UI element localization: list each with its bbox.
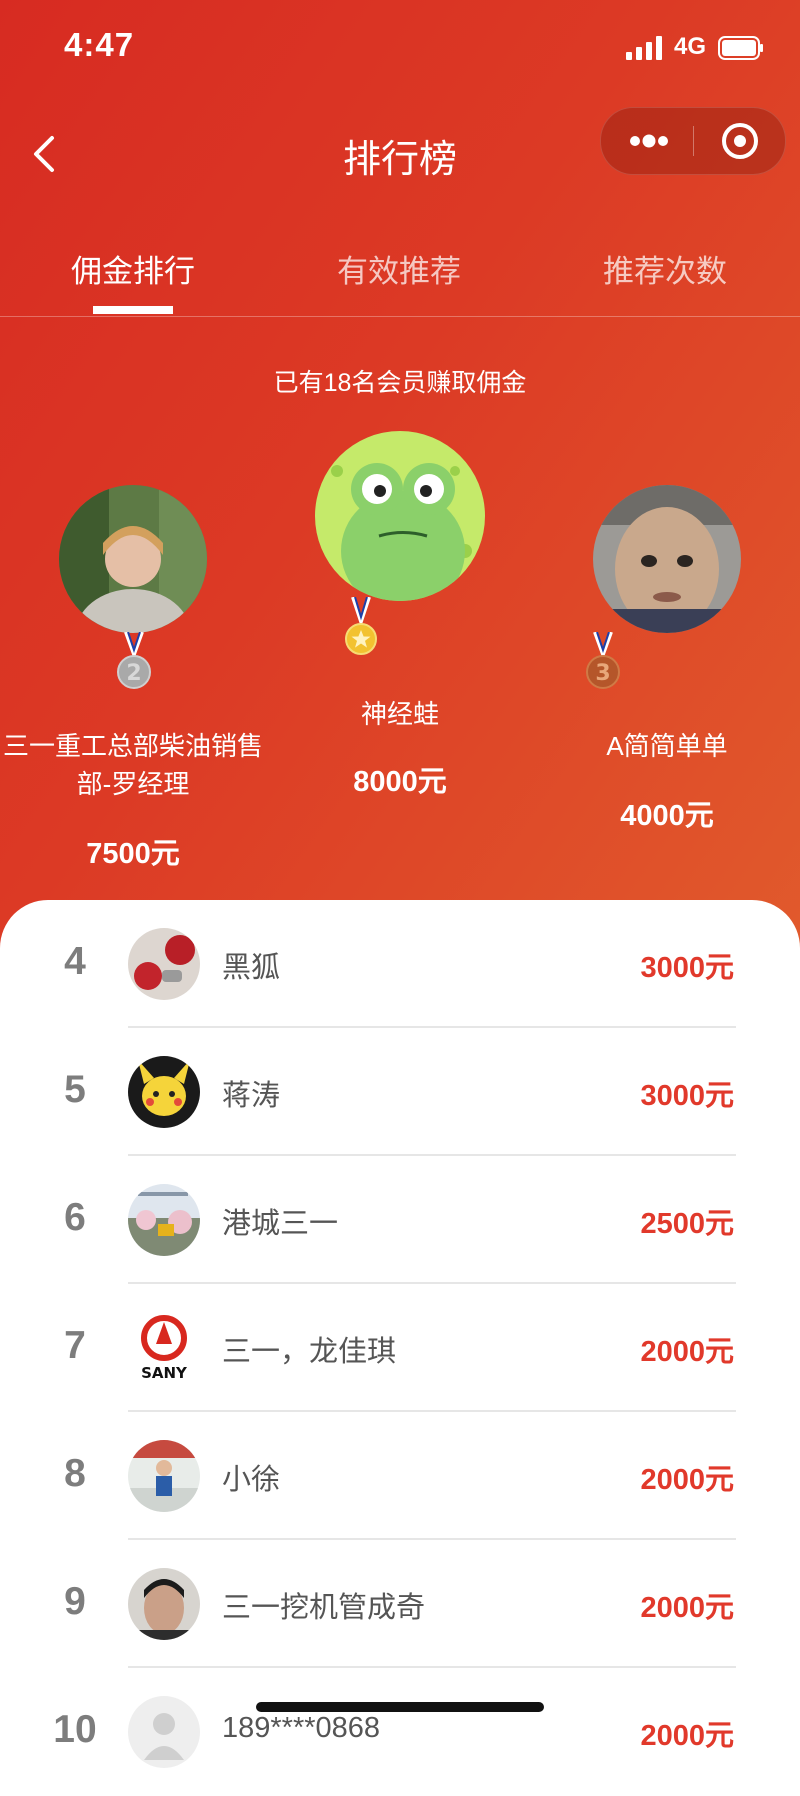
list-item[interactable]: 6 港城三一 2500元	[0, 1156, 800, 1284]
commission-amount: 2000元	[640, 1336, 734, 1368]
tab-referral-count[interactable]: 推荐次数	[532, 246, 798, 291]
earner-summary: 已有18名会员赚取佣金	[273, 369, 527, 397]
winner-amount: 8000元	[353, 766, 447, 798]
member-name: 189****0868	[222, 1712, 381, 1744]
tab-commission-ranking[interactable]: 佣金排行	[0, 246, 266, 291]
status-bar: 4:47 4G	[0, 0, 800, 100]
more-dots-icon[interactable]	[601, 108, 693, 174]
member-name: 小徐	[222, 1464, 281, 1496]
avatar	[315, 431, 485, 601]
sany-logo-text: SANY	[141, 1364, 188, 1382]
rank-label: 3	[595, 661, 610, 686]
rank-number: 10	[53, 1708, 97, 1751]
commission-amount: 2000元	[640, 1464, 734, 1496]
avatar	[59, 485, 207, 633]
rank-number: 6	[64, 1196, 86, 1239]
winner-name-line2: 部-罗经理	[76, 769, 190, 799]
member-name: 三一，龙佳琪	[222, 1336, 397, 1368]
battery-icon	[718, 36, 763, 60]
list-item[interactable]: 7 SANY 三一，龙佳琪 2000元	[0, 1284, 800, 1412]
winner-name: 神经蛙	[360, 699, 439, 729]
tab-bar: 佣金排行 有效推荐 推荐次数	[0, 220, 800, 317]
tab-valid-referrals[interactable]: 有效推荐	[266, 246, 532, 291]
avatar: SANY	[128, 1312, 200, 1384]
rank-number: 4	[64, 940, 86, 983]
avatar	[128, 1056, 200, 1128]
rank-number: 5	[64, 1068, 86, 1111]
commission-amount: 2000元	[640, 1720, 734, 1752]
list-item[interactable]: 10 189****0868 2000元	[0, 1668, 800, 1796]
member-name: 港城三一	[222, 1208, 339, 1240]
winner-name: 三一重工总部柴油销售 部-罗经理	[0, 727, 266, 803]
rank-label: 2	[126, 661, 141, 686]
member-name: 蒋涛	[222, 1080, 281, 1112]
list-item[interactable]: 9 三一挖机管成奇 2000元	[0, 1540, 800, 1668]
winner-amount: 4000元	[620, 800, 714, 832]
bronze-medal-icon: 3	[586, 632, 620, 689]
target-close-icon[interactable]	[694, 108, 785, 174]
home-indicator	[256, 1702, 544, 1712]
ranking-list: 4 黑狐 3000元 5 蒋涛 3000元 6 港城三一 2500元 7 SAN…	[0, 900, 800, 1768]
signal-icon	[626, 36, 662, 60]
commission-amount: 2500元	[640, 1208, 734, 1240]
member-name: 三一挖机管成奇	[222, 1592, 426, 1624]
nav-bar: 排行榜	[0, 100, 800, 210]
gold-medal-icon	[345, 597, 377, 655]
silver-medal-icon: 2	[117, 632, 151, 689]
member-name: 黑狐	[222, 952, 281, 984]
winner-name-line1: 三一重工总部柴油销售	[2, 731, 263, 761]
avatar	[593, 485, 741, 633]
commission-amount: 2000元	[640, 1592, 734, 1624]
rank-number: 7	[64, 1324, 86, 1367]
active-tab-indicator	[93, 306, 173, 314]
podium-third[interactable]: 3 A简简单单 4000元	[534, 480, 800, 850]
podium-second[interactable]: 2 三一重工总部柴油销售 部-罗经理 7500元	[0, 480, 266, 880]
commission-amount: 3000元	[640, 1080, 734, 1112]
winner-amount: 7500元	[86, 838, 180, 870]
avatar	[128, 1568, 200, 1640]
rank-number: 9	[64, 1580, 86, 1623]
commission-amount: 3000元	[640, 952, 734, 984]
winner-name: A简简单单	[606, 731, 728, 761]
podium-first[interactable]: 神经蛙 8000元	[266, 425, 534, 805]
list-item[interactable]: 5 蒋涛 3000元	[0, 1028, 800, 1156]
avatar	[128, 1184, 200, 1256]
rank-number: 8	[64, 1452, 86, 1495]
mini-program-capsule	[600, 107, 786, 175]
avatar	[128, 1440, 200, 1512]
default-avatar-icon	[128, 1696, 200, 1768]
status-time: 4:47	[64, 26, 135, 63]
list-item[interactable]: 4 黑狐 3000元	[0, 900, 800, 1028]
network-label: 4G	[674, 33, 707, 60]
avatar	[128, 928, 200, 1000]
list-item[interactable]: 8 小徐 2000元	[0, 1412, 800, 1540]
